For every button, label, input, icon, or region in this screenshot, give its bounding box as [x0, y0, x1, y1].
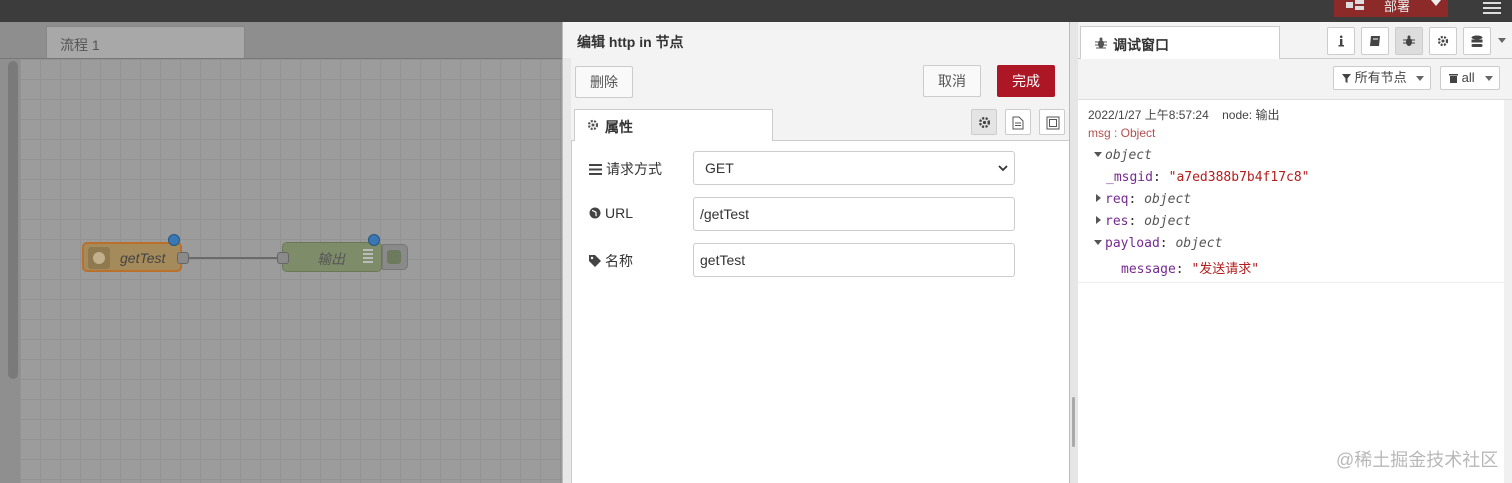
url-row: URL /getTest: [571, 197, 1069, 231]
node-appearance-button[interactable]: [1039, 109, 1065, 135]
node-wire[interactable]: [186, 257, 279, 259]
tree-row-msgid[interactable]: _msgid: "a7ed388b7b4f17c8": [1106, 170, 1310, 185]
database-icon: [1471, 35, 1483, 47]
debug-button[interactable]: [1395, 27, 1423, 55]
expand-icon: [1094, 152, 1102, 157]
tag-icon: [589, 255, 601, 267]
help-button[interactable]: [1361, 27, 1389, 55]
gear-icon: [978, 116, 991, 129]
document-icon: [1012, 116, 1024, 130]
done-button[interactable]: 完成: [997, 65, 1055, 97]
node-http-in-label: getTest: [120, 250, 166, 266]
book-icon: [1370, 36, 1380, 46]
debug-node-link[interactable]: node: 输出: [1222, 108, 1279, 122]
clear-label: all: [1461, 70, 1475, 85]
scrollbar-thumb[interactable]: [8, 61, 18, 379]
node-description-button[interactable]: [1005, 109, 1031, 135]
workspace-scrollbar[interactable]: [0, 59, 20, 483]
node-filter-label: 所有节点: [1354, 70, 1407, 85]
debug-message-meta: 2022/1/27 上午8:57:24 node: 输出: [1088, 106, 1279, 123]
list-icon: [589, 164, 602, 175]
gear-icon: [587, 119, 599, 131]
chevron-down-icon: [998, 165, 1008, 172]
expand-icon: [1094, 240, 1102, 245]
globe-icon: [589, 207, 601, 219]
sidebar: 调试窗口 所有节点 all 2022/1/27 上午8:57:24 node: …: [1070, 22, 1512, 483]
node-editor-panel: 编辑 http in 节点 删除 取消 完成 属性 请求方式 GET URL /…: [562, 22, 1070, 483]
gear-icon: [1437, 35, 1449, 47]
filter-icon: [1342, 74, 1351, 83]
tree-row-message[interactable]: message: "发送请求": [1121, 258, 1259, 277]
tab-properties[interactable]: 属性: [574, 109, 773, 141]
tree-row-payload[interactable]: payload: object: [1094, 236, 1222, 251]
node-changed-dot: [168, 234, 180, 246]
delete-button[interactable]: 删除: [575, 66, 633, 98]
config-button[interactable]: [1429, 27, 1457, 55]
frame-icon: [1046, 116, 1060, 130]
method-row: 请求方式 GET: [571, 151, 1069, 185]
editor-tabs: 属性: [571, 106, 1069, 141]
node-debug[interactable]: 输出: [282, 242, 382, 272]
url-input[interactable]: /getTest: [693, 197, 1015, 231]
info-button[interactable]: [1327, 27, 1355, 55]
editor-title: 编辑 http in 节点: [577, 34, 684, 50]
info-icon: [1338, 35, 1344, 47]
collapse-icon: [1096, 216, 1101, 224]
top-bar: 部署: [0, 0, 1512, 22]
cancel-button[interactable]: 取消: [923, 65, 981, 97]
workspace-tabs: 流程 1: [0, 22, 563, 59]
editor-title-bar: 编辑 http in 节点: [563, 22, 1069, 59]
name-label: 名称: [589, 251, 633, 271]
debug-toolbar: 所有节点 all: [1078, 59, 1512, 100]
collapse-icon: [1096, 194, 1101, 202]
context-button[interactable]: [1463, 27, 1491, 55]
debug-messages: 2022/1/27 上午8:57:24 node: 输出 msg : Objec…: [1078, 100, 1504, 483]
node-filter-button[interactable]: 所有节点: [1333, 66, 1431, 90]
bug-icon: [1095, 37, 1107, 49]
tree-row-res[interactable]: res: object: [1096, 214, 1191, 229]
tree-root[interactable]: object: [1094, 148, 1152, 163]
node-settings-button[interactable]: [971, 109, 997, 135]
node-http-in[interactable]: getTest: [82, 242, 182, 272]
menu-icon[interactable]: [1483, 2, 1501, 14]
chevron-down-icon[interactable]: [1498, 38, 1506, 43]
method-select[interactable]: GET: [693, 151, 1015, 185]
deploy-icon: [1346, 0, 1364, 10]
url-label: URL: [589, 205, 633, 221]
deploy-label: 部署: [1384, 0, 1411, 14]
sidebar-tabs: 调试窗口: [1078, 22, 1512, 59]
tab-flow-1-label: 流程 1: [60, 37, 100, 53]
debug-message: 2022/1/27 上午8:57:24 node: 输出 msg : Objec…: [1078, 100, 1504, 283]
tab-flow-1[interactable]: 流程 1: [46, 26, 245, 58]
editor-toolbar: 删除 取消 完成: [571, 58, 1069, 107]
method-select-value: GET: [705, 160, 734, 176]
clear-messages-button[interactable]: all: [1440, 66, 1500, 90]
trash-icon: [1449, 74, 1458, 83]
node-changed-dot: [368, 234, 380, 246]
bug-icon: [1403, 35, 1415, 46]
debug-toggle-button[interactable]: [382, 244, 408, 270]
node-output-port[interactable]: [177, 252, 189, 264]
deploy-button[interactable]: 部署: [1334, 0, 1448, 17]
globe-icon: [88, 247, 110, 269]
debug-topic: msg : Object: [1088, 126, 1156, 140]
method-label: 请求方式: [589, 159, 662, 179]
name-row: 名称 getTest: [571, 243, 1069, 277]
debug-scrollbar[interactable]: [1504, 100, 1512, 483]
debug-list-icon: [363, 249, 373, 265]
chevron-down-icon[interactable]: [1431, 0, 1441, 6]
node-input-port[interactable]: [277, 252, 289, 264]
tab-debug[interactable]: 调试窗口: [1080, 26, 1280, 59]
watermark: @稀土掘金技术社区: [1336, 450, 1499, 470]
tab-properties-label: 属性: [605, 119, 633, 135]
name-input[interactable]: getTest: [693, 243, 1015, 277]
node-debug-label: 输出: [317, 251, 345, 267]
tab-debug-label: 调试窗口: [1113, 37, 1169, 53]
tree-row-req[interactable]: req: object: [1096, 192, 1191, 207]
debug-timestamp: 2022/1/27 上午8:57:24: [1088, 108, 1209, 122]
